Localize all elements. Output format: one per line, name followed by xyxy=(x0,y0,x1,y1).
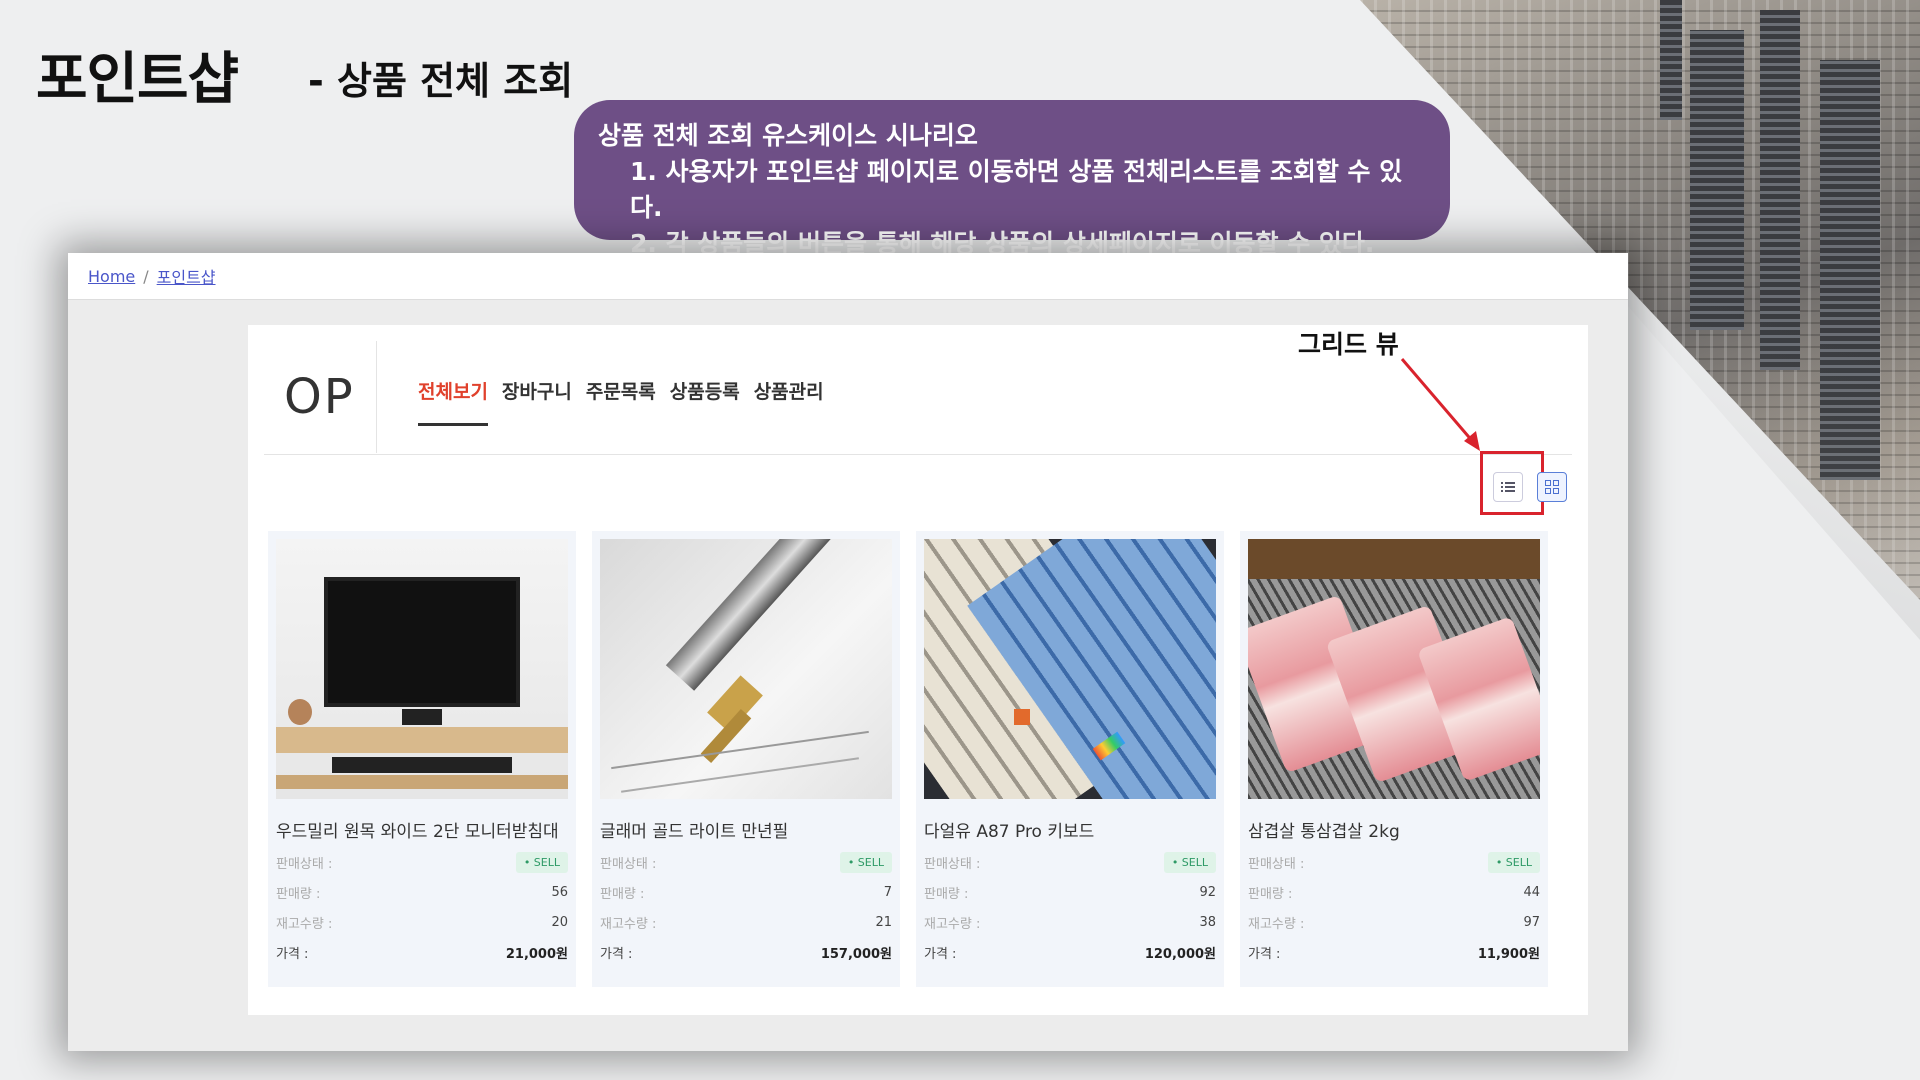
sold-value: 7 xyxy=(883,884,892,900)
price-value: 11,900원 xyxy=(1477,946,1540,962)
product-card[interactable]: 우드밀리 원목 와이드 2단 모니터받침대 판매상태 : • SELL 판매량 :… xyxy=(268,531,576,987)
price-value: 157,000원 xyxy=(820,946,892,962)
status-badge: • SELL xyxy=(515,851,568,873)
status-badge: • SELL xyxy=(1487,851,1540,873)
shop-nav: 전체보기 장바구니 주문목록 상품등록 상품관리 xyxy=(418,377,824,426)
list-view-button[interactable] xyxy=(1493,472,1523,502)
scenario-bubble: 상품 전체 조회 유스케이스 시나리오 1. 사용자가 포인트샵 페이지로 이동… xyxy=(574,100,1450,258)
stock-row: 재고수량 : 21 xyxy=(600,912,892,932)
stock-row: 재고수량 : 20 xyxy=(276,912,568,932)
status-row: 판매상태 : • SELL xyxy=(276,851,568,873)
price-value: 21,000원 xyxy=(505,946,568,962)
breadcrumb-home-link[interactable]: Home xyxy=(88,267,135,286)
price-row: 가격 : 21,000원 xyxy=(276,942,568,962)
stock-row: 재고수량 : 38 xyxy=(924,912,1216,932)
header-divider xyxy=(376,341,377,453)
sold-label: 판매량 : xyxy=(924,886,969,902)
price-label: 가격 : xyxy=(600,946,633,962)
price-label: 가격 : xyxy=(1248,946,1281,962)
sold-label: 판매량 : xyxy=(1248,886,1293,902)
sold-row: 판매량 : 7 xyxy=(600,882,892,902)
stock-label: 재고수량 : xyxy=(924,916,981,932)
status-label: 판매상태 : xyxy=(924,856,981,872)
product-title[interactable]: 글래머 골드 라이트 만년필 xyxy=(600,817,892,842)
shop-panel: OP 전체보기 장바구니 주문목록 상품등록 상품관리 그리드 뷰 우드밀리 원… xyxy=(248,325,1588,1015)
status-label: 판매상태 : xyxy=(600,856,657,872)
sold-row: 판매량 : 92 xyxy=(924,882,1216,902)
price-label: 가격 : xyxy=(276,946,309,962)
status-row: 판매상태 : • SELL xyxy=(600,851,892,873)
status-badge: • SELL xyxy=(839,851,892,873)
sold-value: 92 xyxy=(1199,884,1216,900)
product-grid: 우드밀리 원목 와이드 2단 모니터받침대 판매상태 : • SELL 판매량 :… xyxy=(268,531,1548,987)
breadcrumb: Home / 포인트샵 xyxy=(68,253,1628,300)
status-label: 판매상태 : xyxy=(1248,856,1305,872)
breadcrumb-separator: / xyxy=(143,266,149,286)
price-value: 120,000원 xyxy=(1144,946,1216,962)
nav-tab-register[interactable]: 상품등록 xyxy=(670,377,740,404)
sold-label: 판매량 : xyxy=(600,886,645,902)
shop-logo[interactable]: OP xyxy=(284,369,355,425)
sold-value: 56 xyxy=(551,884,568,900)
product-title[interactable]: 삼겹살 통삼겹살 2kg xyxy=(1248,817,1540,842)
nav-tab-all[interactable]: 전체보기 xyxy=(418,377,488,426)
slide-title: 포인트샵 xyxy=(36,47,239,112)
status-row: 판매상태 : • SELL xyxy=(924,851,1216,873)
status-row: 판매상태 : • SELL xyxy=(1248,851,1540,873)
fountain-pen-image[interactable] xyxy=(600,539,892,799)
sold-value: 44 xyxy=(1523,884,1540,900)
price-row: 가격 : 11,900원 xyxy=(1248,942,1540,962)
nav-tab-orders[interactable]: 주문목록 xyxy=(586,377,656,404)
keyboard-image[interactable] xyxy=(924,539,1216,799)
stock-value: 20 xyxy=(551,914,568,930)
sold-row: 판매량 : 56 xyxy=(276,882,568,902)
sold-label: 판매량 : xyxy=(276,886,321,902)
sold-row: 판매량 : 44 xyxy=(1248,882,1540,902)
nav-tab-manage[interactable]: 상품관리 xyxy=(754,377,824,404)
price-row: 가격 : 157,000원 xyxy=(600,942,892,962)
grid-view-annotation: 그리드 뷰 xyxy=(1298,330,1399,359)
stock-label: 재고수량 : xyxy=(600,916,657,932)
scenario-step: 1. 사용자가 포인트샵 페이지로 이동하면 상품 전체리스트를 조회할 수 있… xyxy=(630,157,1403,222)
product-title[interactable]: 다얼유 A87 Pro 키보드 xyxy=(924,817,1216,842)
annotation-arrow-icon xyxy=(1400,358,1480,451)
price-row: 가격 : 120,000원 xyxy=(924,942,1216,962)
screenshot-frame: Home / 포인트샵 OP 전체보기 장바구니 주문목록 상품등록 상품관리 … xyxy=(68,253,1628,1051)
price-label: 가격 : xyxy=(924,946,957,962)
product-card[interactable]: 삼겹살 통삼겹살 2kg 판매상태 : • SELL 판매량 : 44 재고수량 :… xyxy=(1240,531,1548,987)
stock-label: 재고수량 : xyxy=(276,916,333,932)
product-title[interactable]: 우드밀리 원목 와이드 2단 모니터받침대 xyxy=(276,817,568,842)
grid-view-button[interactable] xyxy=(1537,472,1567,502)
status-badge: • SELL xyxy=(1163,851,1216,873)
nav-tab-cart[interactable]: 장바구니 xyxy=(502,377,572,404)
stock-value: 38 xyxy=(1199,914,1216,930)
status-label: 판매상태 : xyxy=(276,856,333,872)
stock-row: 재고수량 : 97 xyxy=(1248,912,1540,932)
stock-value: 97 xyxy=(1523,914,1540,930)
breadcrumb-current-link[interactable]: 포인트샵 xyxy=(157,264,216,288)
product-card[interactable]: 글래머 골드 라이트 만년필 판매상태 : • SELL 판매량 : 7 재고수량 … xyxy=(592,531,900,987)
product-card[interactable]: 다얼유 A87 Pro 키보드 판매상태 : • SELL 판매량 : 92 재고수… xyxy=(916,531,1224,987)
slide-subtitle: - 상품 전체 조회 xyxy=(308,59,574,103)
scenario-heading: 상품 전체 조회 유스케이스 시나리오 xyxy=(598,121,978,150)
stock-label: 재고수량 : xyxy=(1248,916,1305,932)
list-view-icon xyxy=(1501,482,1515,492)
pork-belly-image[interactable] xyxy=(1248,539,1540,799)
grid-view-icon xyxy=(1545,480,1559,494)
monitor-stand-image[interactable] xyxy=(276,539,568,799)
stock-value: 21 xyxy=(875,914,892,930)
